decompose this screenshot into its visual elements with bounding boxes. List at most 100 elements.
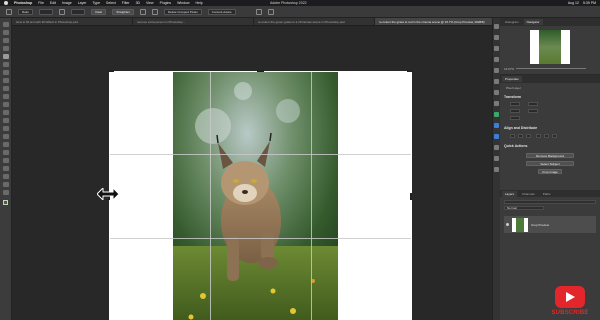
settings-gear-icon[interactable] — [151, 8, 158, 15]
stamp-tool-icon[interactable] — [2, 94, 9, 99]
tab-paths[interactable]: Paths — [540, 191, 554, 197]
tab-layers[interactable]: Layers — [502, 190, 518, 197]
transform-angle-field[interactable] — [510, 116, 520, 120]
width-field[interactable] — [39, 8, 54, 15]
menu-select[interactable]: Select — [106, 1, 116, 5]
delete-cropped-checkbox[interactable]: Delete Cropped Pixels — [163, 8, 202, 15]
timeline-panel-icon[interactable] — [494, 167, 499, 172]
canvas-area[interactable] — [12, 26, 496, 320]
ratio-select[interactable]: Ratio — [18, 8, 34, 15]
path-select-icon[interactable] — [2, 158, 9, 163]
menu-file[interactable]: File — [38, 1, 44, 5]
quick-select-tool-icon[interactable] — [2, 46, 9, 51]
history-brush-icon[interactable] — [2, 102, 9, 107]
align-top-icon[interactable] — [536, 134, 541, 138]
tab-histogram[interactable]: Histogram — [502, 19, 522, 25]
blend-mode-select[interactable]: Normal — [504, 206, 544, 210]
align-left-icon[interactable] — [510, 134, 515, 138]
dodge-tool-icon[interactable] — [2, 134, 9, 139]
eraser-tool-icon[interactable] — [2, 110, 9, 115]
info-panel-icon[interactable] — [494, 123, 499, 128]
layer-comps-panel-icon[interactable] — [494, 134, 499, 139]
pen-tool-icon[interactable] — [2, 142, 9, 147]
align-bottom-icon[interactable] — [552, 134, 557, 138]
healing-tool-icon[interactable] — [2, 78, 9, 83]
menu-image[interactable]: Image — [62, 1, 72, 5]
crop-handle-top-right[interactable] — [407, 70, 413, 72]
navigator-zoom-value[interactable]: 16.67% — [504, 67, 514, 71]
crop-document[interactable] — [108, 70, 413, 320]
align-middle-icon[interactable] — [544, 134, 549, 138]
cancel-icon[interactable] — [255, 8, 262, 15]
menu-view[interactable]: View — [146, 1, 154, 5]
align-right-icon[interactable] — [526, 134, 531, 138]
doc-tab-2[interactable]: remove extra person in Photoshop... — [133, 18, 254, 25]
swap-icon[interactable] — [59, 8, 66, 15]
quick-actions-title[interactable]: Quick Actions — [504, 144, 527, 148]
content-aware-checkbox[interactable]: Content-Aware — [207, 8, 236, 15]
doc-tab-3[interactable]: re-colour the green grass to a Christmas… — [254, 18, 375, 25]
menu-type[interactable]: Type — [92, 1, 100, 5]
marquee-tool-icon[interactable] — [2, 30, 9, 35]
brush-panel-icon[interactable] — [494, 46, 499, 51]
foreground-color-swatch[interactable] — [3, 200, 8, 205]
history-panel-icon[interactable] — [494, 24, 499, 29]
frame-tool-icon[interactable] — [2, 62, 9, 67]
layer-filter-bar[interactable] — [504, 200, 596, 204]
navigator-thumbnail[interactable] — [530, 30, 570, 64]
menu-edit[interactable]: Edit — [50, 1, 56, 5]
gradient-tool-icon[interactable] — [2, 118, 9, 123]
layer-row[interactable]: Crop Preview — [504, 216, 596, 233]
styles-panel-icon[interactable] — [494, 90, 499, 95]
apple-icon[interactable] — [4, 1, 8, 5]
doc-tab-1[interactable]: How to fill text with 3D Effect in Photo… — [12, 18, 133, 25]
libraries-panel-icon[interactable] — [494, 112, 499, 117]
menu-3d[interactable]: 3D — [136, 1, 140, 5]
navigator-zoom-slider[interactable] — [516, 68, 586, 69]
crop-handle-top-left[interactable] — [108, 70, 114, 72]
crop-handle-top[interactable] — [257, 70, 264, 72]
brush-tool-icon[interactable] — [2, 86, 9, 91]
paragraph-panel-icon[interactable] — [494, 68, 499, 73]
transform-x-field[interactable] — [510, 109, 520, 113]
crop-handle-right[interactable] — [410, 193, 412, 200]
height-field[interactable] — [71, 8, 86, 15]
straighten-button[interactable]: Straighten — [112, 8, 134, 15]
adjustments-panel-icon[interactable] — [494, 35, 499, 40]
tab-navigator[interactable]: Navigator — [523, 19, 543, 25]
menu-filter[interactable]: Filter — [122, 1, 130, 5]
more-tools-icon[interactable] — [2, 190, 9, 195]
select-subject-button[interactable]: Select Subject — [526, 161, 574, 166]
tab-properties[interactable]: Properties — [502, 76, 522, 82]
crop-tool-icon[interactable] — [6, 8, 12, 15]
crop-image-button[interactable]: Crop Image — [538, 169, 562, 174]
menu-help[interactable]: Help — [196, 1, 203, 5]
subscribe-logo[interactable]: SUBSCRIBE — [548, 286, 592, 318]
swatches-panel-icon[interactable] — [494, 101, 499, 106]
channels-panel-icon[interactable] — [494, 145, 499, 150]
visibility-eye-icon[interactable] — [506, 223, 509, 226]
crop-tool-icon[interactable] — [2, 54, 9, 59]
layer-name[interactable]: Crop Preview — [531, 223, 549, 227]
transform-w-field[interactable] — [510, 102, 520, 106]
crop-frame[interactable] — [109, 71, 412, 320]
commit-check-icon[interactable] — [267, 8, 274, 15]
hand-tool-icon[interactable] — [2, 174, 9, 179]
tab-channels[interactable]: Channels — [519, 191, 538, 197]
align-center-icon[interactable] — [518, 134, 523, 138]
character-panel-icon[interactable] — [494, 57, 499, 62]
align-section-title[interactable]: Align and Distribute — [504, 126, 537, 130]
menu-plugins[interactable]: Plugins — [160, 1, 171, 5]
move-tool-icon[interactable] — [2, 22, 9, 27]
menu-window[interactable]: Window — [177, 1, 189, 5]
transform-h-field[interactable] — [528, 102, 538, 106]
overlay-grid-icon[interactable] — [139, 8, 146, 15]
transform-section-title[interactable]: Transform — [504, 95, 521, 99]
eyedropper-tool-icon[interactable] — [2, 70, 9, 75]
zoom-tool-icon[interactable] — [2, 182, 9, 187]
app-name-menu[interactable]: Photoshop — [14, 1, 32, 5]
menu-layer[interactable]: Layer — [78, 1, 87, 5]
type-tool-icon[interactable] — [2, 150, 9, 155]
clear-button[interactable]: Clear — [91, 8, 107, 15]
shape-tool-icon[interactable] — [2, 166, 9, 171]
